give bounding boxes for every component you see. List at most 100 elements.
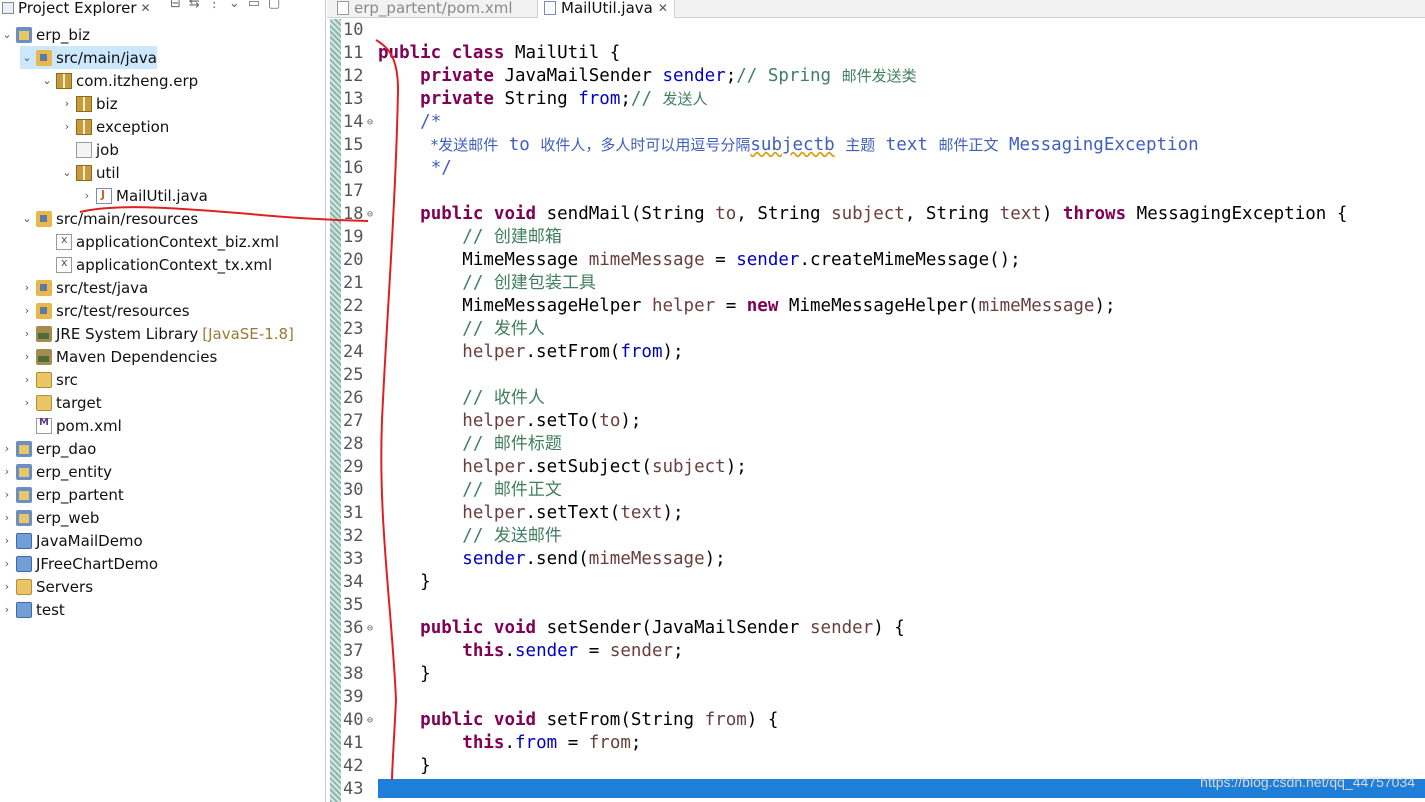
- code-line[interactable]: 24 helper.setFrom(from);: [327, 341, 1425, 364]
- tree-item[interactable]: › JRE System Library [JavaSE-1.8]: [20, 322, 294, 345]
- fold-toggle-icon[interactable]: ⊖: [367, 709, 373, 732]
- chevron-right-icon[interactable]: ›: [60, 97, 74, 110]
- code-text-area[interactable]: 10 11 public class MailUtil {12 private Ja…: [327, 19, 1425, 802]
- fold-toggle-icon[interactable]: ⊖: [367, 203, 373, 226]
- code-line[interactable]: 36 ⊖ public void setSender(JavaMailSender…: [327, 617, 1425, 640]
- chevron-right-icon[interactable]: ›: [0, 488, 14, 501]
- maximize-icon[interactable]: ▢: [268, 0, 280, 11]
- chevron-down-icon[interactable]: ⌄: [40, 74, 54, 87]
- code-line[interactable]: 32 // 发送邮件: [327, 525, 1425, 548]
- code-content: private String from;// 发送人: [378, 88, 707, 111]
- chevron-down-icon[interactable]: ⌄: [20, 212, 34, 225]
- tree-item[interactable]: applicationContext_biz.xml: [40, 230, 279, 253]
- code-line[interactable]: 38 }: [327, 663, 1425, 686]
- code-line[interactable]: 11 public class MailUtil {: [327, 42, 1425, 65]
- chevron-right-icon[interactable]: ›: [0, 442, 14, 455]
- chevron-down-icon[interactable]: ⌄: [60, 166, 74, 179]
- code-line[interactable]: 22 MimeMessageHelper helper = new MimeMe…: [327, 295, 1425, 318]
- code-line[interactable]: 39: [327, 686, 1425, 709]
- code-line[interactable]: 14 ⊖ /*: [327, 111, 1425, 134]
- close-icon[interactable]: ✕: [658, 1, 668, 15]
- chevron-down-icon[interactable]: ⌄: [0, 28, 14, 41]
- code-line[interactable]: 18 ⊖ public void sendMail(String to, Stri…: [327, 203, 1425, 226]
- tree-item[interactable]: › erp_dao: [0, 437, 97, 460]
- folder-icon: [36, 371, 52, 388]
- close-icon[interactable]: ✕: [141, 1, 151, 15]
- tree-item[interactable]: › erp_web: [0, 506, 100, 529]
- tree-item[interactable]: ⌄ src/main/java: [20, 46, 157, 69]
- tree-item[interactable]: pom.xml: [20, 414, 122, 437]
- chevron-right-icon[interactable]: ›: [60, 120, 74, 133]
- chevron-right-icon[interactable]: ›: [20, 304, 34, 317]
- tree-item[interactable]: › src: [20, 368, 78, 391]
- tree-item[interactable]: › erp_entity: [0, 460, 112, 483]
- chevron-right-icon[interactable]: ›: [80, 189, 94, 202]
- tree-item[interactable]: › MailUtil.java: [80, 184, 208, 207]
- tree-item[interactable]: › test: [0, 598, 65, 621]
- tree-item[interactable]: › erp_partent: [0, 483, 124, 506]
- tree-item[interactable]: › src/test/java: [20, 276, 148, 299]
- code-line[interactable]: 17: [327, 180, 1425, 203]
- chevron-right-icon[interactable]: ›: [0, 557, 14, 570]
- fold-toggle-icon[interactable]: ⊖: [367, 617, 373, 640]
- minimize-icon[interactable]: ▭: [248, 0, 260, 11]
- code-line[interactable]: 25: [327, 364, 1425, 387]
- tree-item[interactable]: › Servers: [0, 575, 93, 598]
- chevron-right-icon[interactable]: ›: [20, 327, 34, 340]
- line-number: 25: [343, 365, 364, 385]
- code-line[interactable]: 29 helper.setSubject(subject);: [327, 456, 1425, 479]
- code-line[interactable]: 28 // 邮件标题: [327, 433, 1425, 456]
- chevron-down-icon[interactable]: ⌄: [20, 51, 34, 64]
- view-menu-icon[interactable]: ⋮: [208, 0, 221, 11]
- code-line[interactable]: 20 MimeMessage mimeMessage = sender.crea…: [327, 249, 1425, 272]
- collapse-all-icon[interactable]: ⊟: [170, 0, 181, 11]
- code-line[interactable]: 26 // 收件人: [327, 387, 1425, 410]
- project-explorer-tab[interactable]: Project Explorer ✕: [0, 0, 155, 18]
- code-line[interactable]: 10: [327, 19, 1425, 42]
- tab-pom-xml[interactable]: erp_partent/pom.xml: [337, 0, 513, 18]
- chevron-right-icon[interactable]: ›: [20, 396, 34, 409]
- code-line[interactable]: 27 helper.setTo(to);: [327, 410, 1425, 433]
- code-line[interactable]: 16 */: [327, 157, 1425, 180]
- chevron-right-icon[interactable]: ›: [20, 373, 34, 386]
- code-line[interactable]: 19 // 创建邮箱: [327, 226, 1425, 249]
- tab-mailutil-java[interactable]: MailUtil.java ✕: [537, 0, 675, 18]
- chevron-right-icon[interactable]: ›: [0, 511, 14, 524]
- link-editor-icon[interactable]: ⇆: [189, 0, 200, 11]
- tree-item[interactable]: ⌄ erp_biz: [0, 23, 90, 46]
- code-line[interactable]: 21 // 创建包装工具: [327, 272, 1425, 295]
- chevron-right-icon[interactable]: ›: [20, 281, 34, 294]
- chevron-right-icon[interactable]: ›: [0, 580, 14, 593]
- tree-item[interactable]: › biz: [60, 92, 118, 115]
- tree-item[interactable]: › JavaMailDemo: [0, 529, 143, 552]
- chevron-right-icon[interactable]: ›: [0, 465, 14, 478]
- chevron-right-icon[interactable]: ›: [20, 350, 34, 363]
- code-line[interactable]: 31 helper.setText(text);: [327, 502, 1425, 525]
- tree-item[interactable]: ⌄ src/main/resources: [20, 207, 198, 230]
- code-line[interactable]: 30 // 邮件正文: [327, 479, 1425, 502]
- code-line[interactable]: 15 *发送邮件 to 收件人，多人时可以用逗号分隔subjectb 主题 te…: [327, 134, 1425, 157]
- code-line[interactable]: 12 private JavaMailSender sender;// Spri…: [327, 65, 1425, 88]
- tree-item[interactable]: › target: [20, 391, 102, 414]
- code-line[interactable]: 13 private String from;// 发送人: [327, 88, 1425, 111]
- tree-item[interactable]: ⌄ util: [60, 161, 119, 184]
- code-line[interactable]: 41 this.from = from;: [327, 732, 1425, 755]
- code-line[interactable]: 40 ⊖ public void setFrom(String from) {: [327, 709, 1425, 732]
- chevron-down-icon[interactable]: ⌄: [229, 0, 240, 11]
- chevron-right-icon[interactable]: ›: [0, 534, 14, 547]
- fold-toggle-icon[interactable]: ⊖: [367, 111, 373, 134]
- code-line[interactable]: 35: [327, 594, 1425, 617]
- tree-item[interactable]: applicationContext_tx.xml: [40, 253, 272, 276]
- tree-item[interactable]: › src/test/resources: [20, 299, 190, 322]
- code-line[interactable]: 33 sender.send(mimeMessage);: [327, 548, 1425, 571]
- tree-item[interactable]: ⌄ com.itzheng.erp: [40, 69, 198, 92]
- tree-item[interactable]: › JFreeChartDemo: [0, 552, 158, 575]
- code-line[interactable]: 23 // 发件人: [327, 318, 1425, 341]
- tree-item[interactable]: › Maven Dependencies: [20, 345, 217, 368]
- tree-item[interactable]: job: [60, 138, 119, 161]
- code-line[interactable]: 34 }: [327, 571, 1425, 594]
- tree-item[interactable]: › exception: [60, 115, 170, 138]
- code-line[interactable]: 37 this.sender = sender;: [327, 640, 1425, 663]
- chevron-right-icon[interactable]: ›: [0, 603, 14, 616]
